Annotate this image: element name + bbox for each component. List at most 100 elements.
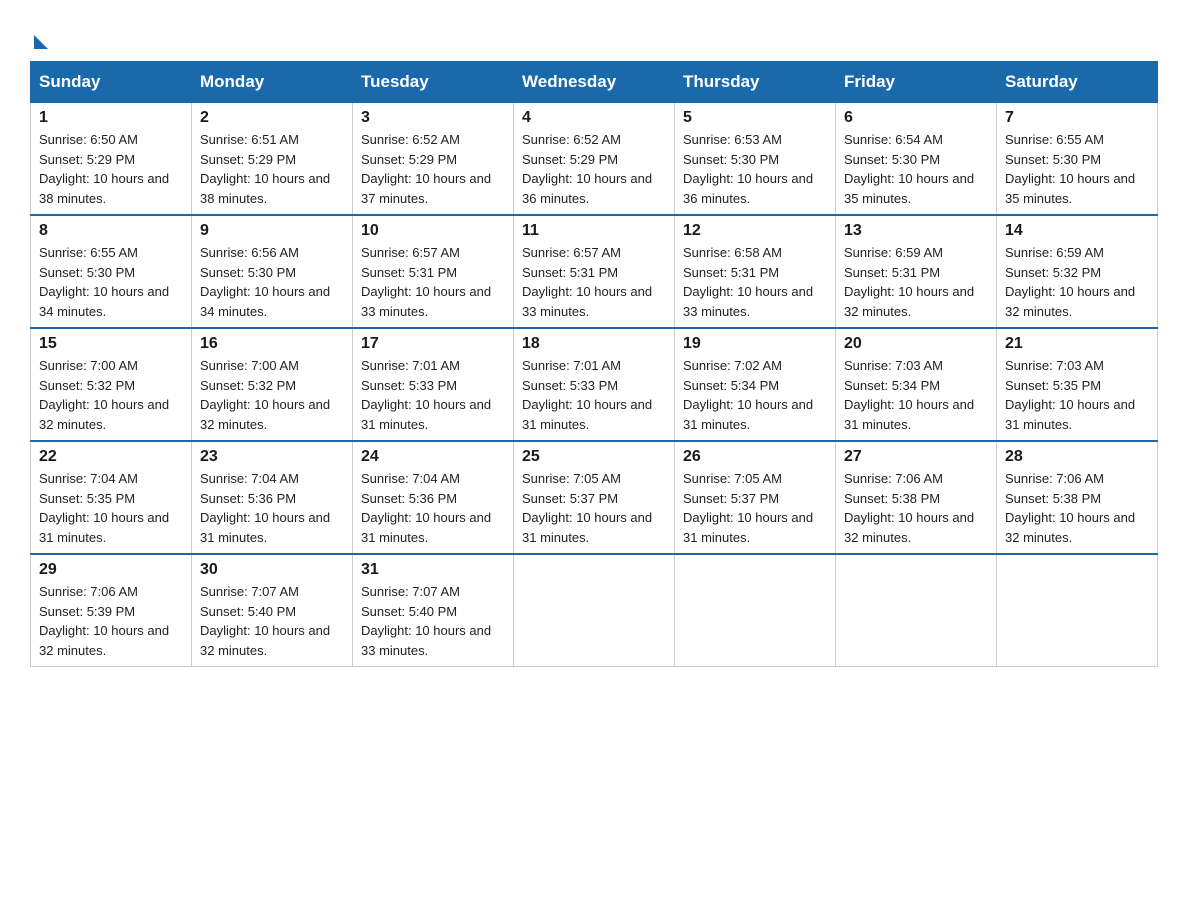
calendar-cell: 14 Sunrise: 6:59 AMSunset: 5:32 PMDayligh… (997, 215, 1158, 328)
day-info: Sunrise: 7:06 AMSunset: 5:39 PMDaylight:… (39, 582, 183, 660)
day-number: 6 (844, 109, 988, 127)
calendar-cell: 31Sunrise: 7:07 AMSunset: 5:40 PMDayligh… (353, 554, 514, 667)
day-number: 21 (1005, 335, 1149, 353)
day-header-saturday: Saturday (997, 62, 1158, 103)
day-number: 5 (683, 109, 827, 127)
day-info: Sunrise: 6:53 AMSunset: 5:30 PMDaylight:… (683, 130, 827, 208)
calendar-cell: 28Sunrise: 7:06 AMSunset: 5:38 PMDayligh… (997, 441, 1158, 554)
day-number: 4 (522, 109, 666, 127)
day-info: Sunrise: 6:59 AMSunset: 5:32 PMDaylight:… (1005, 243, 1149, 321)
day-info: Sunrise: 7:04 AMSunset: 5:36 PMDaylight:… (200, 469, 344, 547)
day-number: 15 (39, 335, 183, 353)
day-number: 30 (200, 561, 344, 579)
day-info: Sunrise: 7:01 AMSunset: 5:33 PMDaylight:… (361, 356, 505, 434)
calendar-cell: 13Sunrise: 6:59 AMSunset: 5:31 PMDayligh… (836, 215, 997, 328)
day-info: Sunrise: 7:06 AMSunset: 5:38 PMDaylight:… (1005, 469, 1149, 547)
calendar-cell: 24Sunrise: 7:04 AMSunset: 5:36 PMDayligh… (353, 441, 514, 554)
calendar-cell: 7Sunrise: 6:55 AMSunset: 5:30 PMDaylight… (997, 103, 1158, 216)
calendar-cell: 2 Sunrise: 6:51 AMSunset: 5:29 PMDaylight… (192, 103, 353, 216)
day-info: Sunrise: 7:03 AMSunset: 5:35 PMDaylight:… (1005, 356, 1149, 434)
day-header-sunday: Sunday (31, 62, 192, 103)
calendar-cell: 19 Sunrise: 7:02 AMSunset: 5:34 PMDayligh… (675, 328, 836, 441)
day-header-wednesday: Wednesday (514, 62, 675, 103)
day-info: Sunrise: 6:54 AMSunset: 5:30 PMDaylight:… (844, 130, 988, 208)
calendar-cell: 11 Sunrise: 6:57 AMSunset: 5:31 PMDayligh… (514, 215, 675, 328)
day-number: 1 (39, 109, 183, 127)
day-info: Sunrise: 7:01 AMSunset: 5:33 PMDaylight:… (522, 356, 666, 434)
day-info: Sunrise: 6:52 AMSunset: 5:29 PMDaylight:… (522, 130, 666, 208)
day-number: 22 (39, 448, 183, 466)
day-number: 29 (39, 561, 183, 579)
calendar-table: SundayMondayTuesdayWednesdayThursdayFrid… (30, 61, 1158, 667)
day-header-friday: Friday (836, 62, 997, 103)
calendar-cell: 10 Sunrise: 6:57 AMSunset: 5:31 PMDayligh… (353, 215, 514, 328)
day-header-monday: Monday (192, 62, 353, 103)
calendar-week-row: 1 Sunrise: 6:50 AMSunset: 5:29 PMDaylight… (31, 103, 1158, 216)
day-number: 3 (361, 109, 505, 127)
calendar-week-row: 22 Sunrise: 7:04 AMSunset: 5:35 PMDayligh… (31, 441, 1158, 554)
calendar-cell: 26 Sunrise: 7:05 AMSunset: 5:37 PMDayligh… (675, 441, 836, 554)
calendar-cell: 8 Sunrise: 6:55 AMSunset: 5:30 PMDaylight… (31, 215, 192, 328)
day-number: 20 (844, 335, 988, 353)
day-info: Sunrise: 6:50 AMSunset: 5:29 PMDaylight:… (39, 130, 183, 208)
day-number: 24 (361, 448, 505, 466)
day-info: Sunrise: 6:57 AMSunset: 5:31 PMDaylight:… (522, 243, 666, 321)
calendar-cell: 16 Sunrise: 7:00 AMSunset: 5:32 PMDayligh… (192, 328, 353, 441)
day-info: Sunrise: 6:59 AMSunset: 5:31 PMDaylight:… (844, 243, 988, 321)
day-number: 2 (200, 109, 344, 127)
day-info: Sunrise: 7:06 AMSunset: 5:38 PMDaylight:… (844, 469, 988, 547)
day-number: 17 (361, 335, 505, 353)
day-number: 11 (522, 222, 666, 240)
day-info: Sunrise: 6:55 AMSunset: 5:30 PMDaylight:… (39, 243, 183, 321)
calendar-cell: 12 Sunrise: 6:58 AMSunset: 5:31 PMDayligh… (675, 215, 836, 328)
day-header-tuesday: Tuesday (353, 62, 514, 103)
day-info: Sunrise: 6:52 AMSunset: 5:29 PMDaylight:… (361, 130, 505, 208)
calendar-cell: 18 Sunrise: 7:01 AMSunset: 5:33 PMDayligh… (514, 328, 675, 441)
calendar-cell: 27 Sunrise: 7:06 AMSunset: 5:38 PMDayligh… (836, 441, 997, 554)
day-info: Sunrise: 7:05 AMSunset: 5:37 PMDaylight:… (683, 469, 827, 547)
day-number: 25 (522, 448, 666, 466)
calendar-week-row: 15 Sunrise: 7:00 AMSunset: 5:32 PMDayligh… (31, 328, 1158, 441)
day-number: 10 (361, 222, 505, 240)
day-info: Sunrise: 7:03 AMSunset: 5:34 PMDaylight:… (844, 356, 988, 434)
day-number: 19 (683, 335, 827, 353)
calendar-header-row: SundayMondayTuesdayWednesdayThursdayFrid… (31, 62, 1158, 103)
day-info: Sunrise: 7:07 AMSunset: 5:40 PMDaylight:… (200, 582, 344, 660)
calendar-week-row: 8 Sunrise: 6:55 AMSunset: 5:30 PMDaylight… (31, 215, 1158, 328)
calendar-cell: 4 Sunrise: 6:52 AMSunset: 5:29 PMDaylight… (514, 103, 675, 216)
day-number: 9 (200, 222, 344, 240)
day-number: 26 (683, 448, 827, 466)
calendar-cell: 23Sunrise: 7:04 AMSunset: 5:36 PMDayligh… (192, 441, 353, 554)
day-number: 7 (1005, 109, 1149, 127)
day-info: Sunrise: 7:07 AMSunset: 5:40 PMDaylight:… (361, 582, 505, 660)
calendar-cell: 17 Sunrise: 7:01 AMSunset: 5:33 PMDayligh… (353, 328, 514, 441)
day-number: 16 (200, 335, 344, 353)
page-header (30, 20, 1158, 45)
calendar-cell (836, 554, 997, 667)
day-info: Sunrise: 6:51 AMSunset: 5:29 PMDaylight:… (200, 130, 344, 208)
day-info: Sunrise: 6:57 AMSunset: 5:31 PMDaylight:… (361, 243, 505, 321)
day-info: Sunrise: 7:02 AMSunset: 5:34 PMDaylight:… (683, 356, 827, 434)
calendar-cell: 5 Sunrise: 6:53 AMSunset: 5:30 PMDaylight… (675, 103, 836, 216)
calendar-cell (675, 554, 836, 667)
logo-arrow-icon (34, 35, 48, 49)
calendar-cell: 22 Sunrise: 7:04 AMSunset: 5:35 PMDayligh… (31, 441, 192, 554)
day-info: Sunrise: 6:58 AMSunset: 5:31 PMDaylight:… (683, 243, 827, 321)
day-number: 14 (1005, 222, 1149, 240)
day-number: 27 (844, 448, 988, 466)
calendar-cell: 25Sunrise: 7:05 AMSunset: 5:37 PMDayligh… (514, 441, 675, 554)
calendar-cell: 6 Sunrise: 6:54 AMSunset: 5:30 PMDaylight… (836, 103, 997, 216)
calendar-cell: 30 Sunrise: 7:07 AMSunset: 5:40 PMDayligh… (192, 554, 353, 667)
calendar-week-row: 29 Sunrise: 7:06 AMSunset: 5:39 PMDayligh… (31, 554, 1158, 667)
day-info: Sunrise: 7:00 AMSunset: 5:32 PMDaylight:… (200, 356, 344, 434)
calendar-cell (514, 554, 675, 667)
calendar-cell: 1 Sunrise: 6:50 AMSunset: 5:29 PMDaylight… (31, 103, 192, 216)
day-info: Sunrise: 6:56 AMSunset: 5:30 PMDaylight:… (200, 243, 344, 321)
day-number: 18 (522, 335, 666, 353)
day-number: 12 (683, 222, 827, 240)
calendar-cell: 3 Sunrise: 6:52 AMSunset: 5:29 PMDaylight… (353, 103, 514, 216)
calendar-cell (997, 554, 1158, 667)
calendar-cell: 29 Sunrise: 7:06 AMSunset: 5:39 PMDayligh… (31, 554, 192, 667)
day-info: Sunrise: 7:04 AMSunset: 5:35 PMDaylight:… (39, 469, 183, 547)
day-number: 8 (39, 222, 183, 240)
